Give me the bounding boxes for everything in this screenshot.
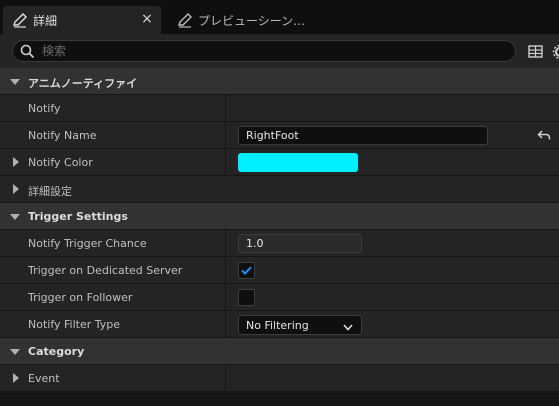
category-trigger-settings[interactable]: Trigger Settings: [0, 203, 559, 230]
property-row-advanced[interactable]: 詳細設定: [0, 176, 559, 203]
property-row-trigger-chance: Notify Trigger Chance 1.0: [0, 230, 559, 257]
trigger-follower-checkbox[interactable]: [238, 289, 255, 306]
property-row-event: Event: [0, 365, 559, 392]
close-icon[interactable]: ×: [139, 11, 155, 27]
column-divider[interactable]: [225, 365, 226, 391]
notify-name-field[interactable]: RightFoot: [238, 126, 488, 145]
category-label: Category: [28, 345, 85, 358]
column-divider[interactable]: [225, 311, 226, 337]
category-category[interactable]: Category: [0, 338, 559, 365]
chevron-right-icon[interactable]: [13, 157, 19, 167]
reset-arrow-icon[interactable]: [537, 128, 551, 142]
search-box[interactable]: [12, 40, 516, 62]
pencil-icon: [176, 11, 194, 29]
chevron-right-icon[interactable]: [13, 184, 19, 194]
property-row-filter-type: Notify Filter Type No Filtering: [0, 311, 559, 338]
category-anim-notify[interactable]: アニムノーティファイ: [0, 68, 559, 95]
filter-type-dropdown[interactable]: No Filtering: [238, 315, 362, 335]
chevron-down-icon[interactable]: [10, 349, 20, 355]
checkmark-icon: [241, 266, 252, 275]
pencil-icon: [11, 11, 29, 29]
tab-details-label: 詳細: [33, 13, 58, 28]
column-divider[interactable]: [225, 257, 226, 283]
panel-footer: [0, 393, 559, 406]
tab-preview-scene[interactable]: プレビューシーン…: [168, 6, 368, 34]
property-name: Notify: [28, 102, 61, 115]
settings-gear-icon[interactable]: [552, 44, 559, 60]
column-divider[interactable]: [225, 122, 226, 148]
property-row-notify: Notify: [0, 95, 559, 122]
column-divider[interactable]: [225, 284, 226, 310]
property-row-trigger-follower: Trigger on Follower: [0, 284, 559, 311]
property-name: Notify Trigger Chance: [28, 237, 147, 250]
chevron-down-icon[interactable]: [10, 79, 20, 85]
dropdown-value: No Filtering: [246, 319, 309, 332]
column-divider[interactable]: [225, 230, 226, 256]
notify-color-swatch[interactable]: [238, 153, 358, 172]
property-name: Trigger on Dedicated Server: [28, 264, 183, 277]
tab-preview-scene-label: プレビューシーン…: [198, 13, 306, 28]
property-row-notify-color: Notify Color: [0, 149, 559, 176]
column-divider[interactable]: [225, 149, 226, 175]
property-name: 詳細設定: [28, 185, 72, 198]
search-input[interactable]: [42, 44, 482, 58]
chevron-right-icon[interactable]: [13, 373, 19, 383]
property-row-dedicated-server: Trigger on Dedicated Server: [0, 257, 559, 284]
search-row: [0, 34, 559, 68]
chevron-down-icon: [343, 321, 353, 334]
tab-bar: 詳細 × プレビューシーン…: [0, 0, 559, 34]
property-name: Event: [28, 372, 60, 385]
chevron-down-icon[interactable]: [10, 214, 20, 220]
property-name: Notify Filter Type: [28, 318, 121, 331]
trigger-chance-field[interactable]: 1.0: [238, 234, 362, 253]
category-label: Trigger Settings: [28, 210, 128, 223]
table-view-icon[interactable]: [528, 44, 544, 60]
property-name: Notify Color: [28, 156, 93, 169]
property-name: Notify Name: [28, 129, 97, 142]
search-icon: [20, 43, 36, 59]
property-name: Trigger on Follower: [28, 291, 133, 304]
dedicated-server-checkbox[interactable]: [238, 262, 255, 279]
details-panel: アニムノーティファイ Notify Notify Name RightFoot …: [0, 68, 559, 392]
tab-details[interactable]: 詳細 ×: [3, 6, 161, 34]
column-divider[interactable]: [225, 95, 226, 121]
property-row-notify-name: Notify Name RightFoot: [0, 122, 559, 149]
category-label: アニムノーティファイ: [28, 77, 138, 90]
